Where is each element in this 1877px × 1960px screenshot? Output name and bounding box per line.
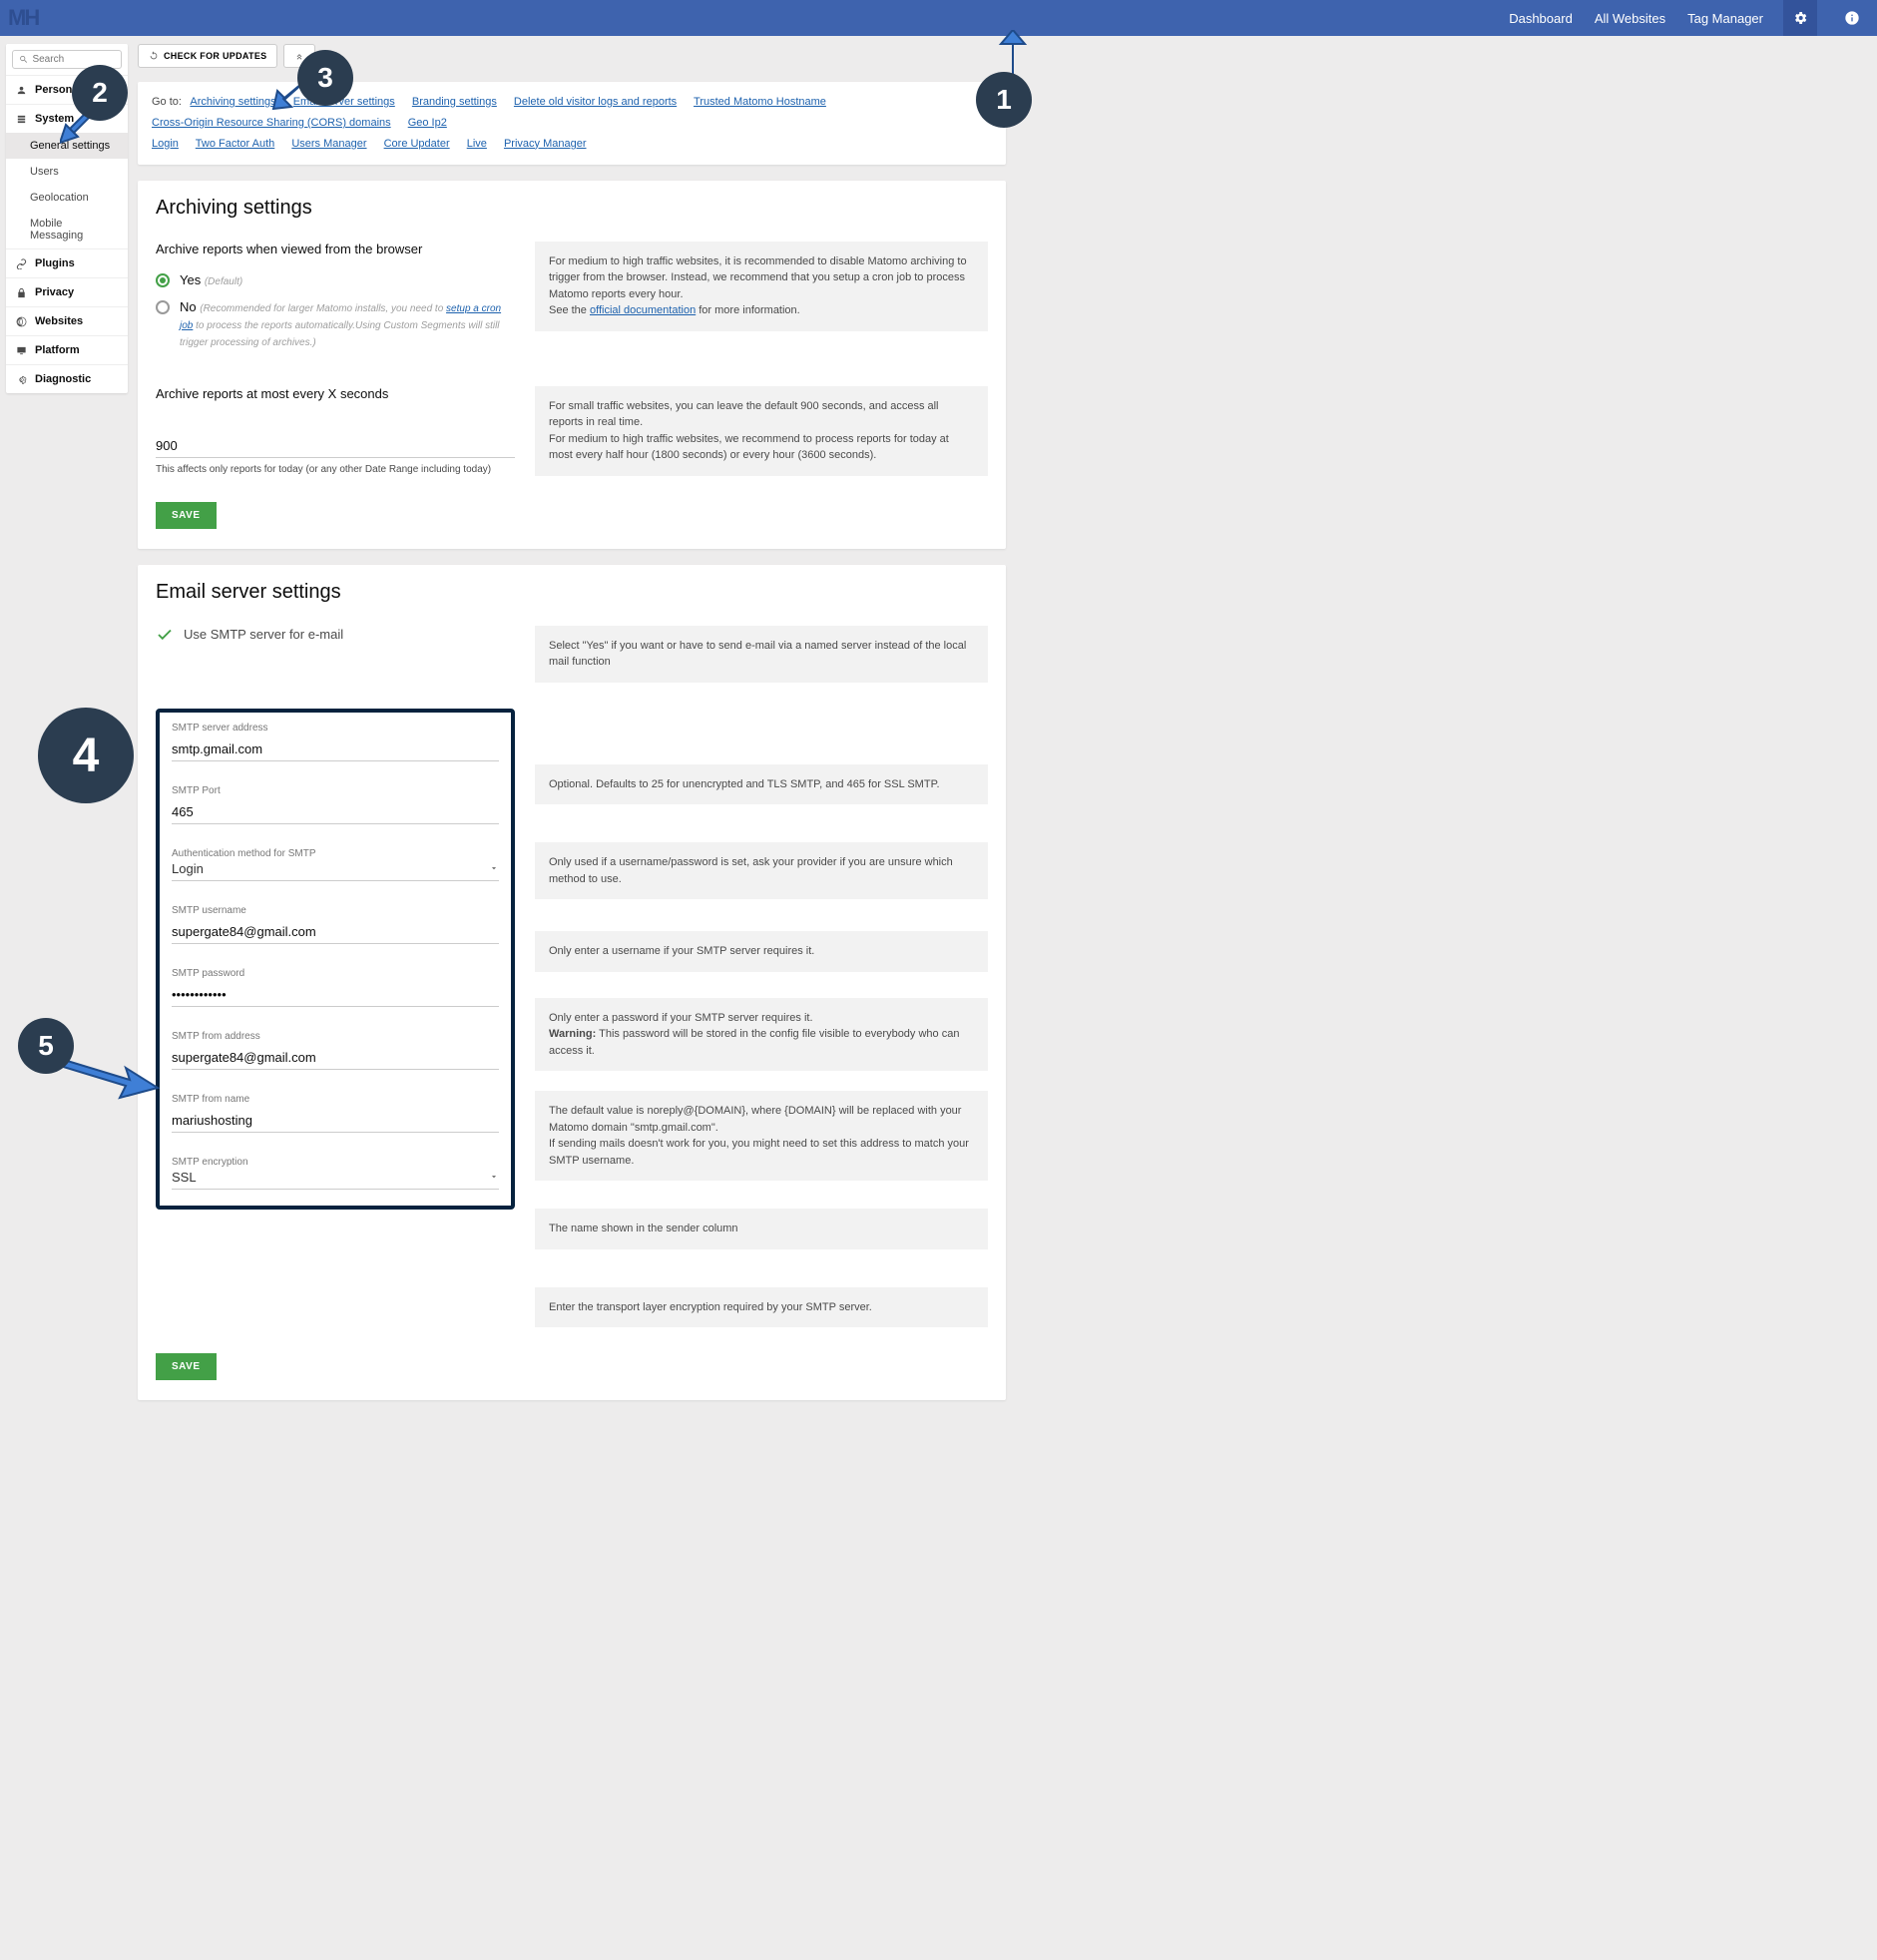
email-panel: Email server settings Use SMTP server fo…	[138, 565, 1006, 1401]
chevron-down-icon	[489, 863, 499, 873]
pass-hint: Only enter a password if your SMTP serve…	[535, 998, 988, 1072]
nav-tag-manager[interactable]: Tag Manager	[1685, 3, 1765, 34]
search-input[interactable]	[12, 50, 122, 69]
refresh-icon	[149, 51, 159, 61]
name-hint: The name shown in the sender column	[535, 1209, 988, 1249]
sidebar-diagnostic[interactable]: Diagnostic	[6, 365, 128, 393]
radio-dot-icon	[156, 300, 170, 314]
archive-seconds-help: This affects only reports for today (or …	[156, 464, 515, 475]
globe-icon	[16, 316, 27, 327]
search-field[interactable]	[32, 54, 115, 65]
link-email-server[interactable]: Email server settings	[293, 96, 395, 108]
link-branding[interactable]: Branding settings	[412, 96, 497, 108]
sidebar-personal[interactable]: Personal	[6, 76, 128, 104]
radio-dot-icon	[156, 273, 170, 287]
archiving-panel: Archiving settings Archive reports when …	[138, 181, 1006, 549]
sidebar-mobile-messaging[interactable]: Mobile Messaging	[6, 211, 128, 248]
top-nav: Dashboard All Websites Tag Manager	[1507, 0, 1869, 36]
topbar: MH Dashboard All Websites Tag Manager	[0, 0, 1877, 36]
link-users-manager[interactable]: Users Manager	[291, 138, 366, 150]
link-delete-logs[interactable]: Delete old visitor logs and reports	[514, 96, 677, 108]
smtp-name-input[interactable]	[172, 1107, 499, 1133]
link-icon	[16, 258, 27, 269]
save-archiving-button[interactable]: SAVE	[156, 502, 217, 529]
archive-seconds-input[interactable]	[156, 432, 515, 458]
smtp-from-input[interactable]	[172, 1044, 499, 1070]
smtp-server-input[interactable]	[172, 735, 499, 761]
enc-hint: Enter the transport layer encryption req…	[535, 1287, 988, 1328]
user-hint: Only enter a username if your SMTP serve…	[535, 931, 988, 972]
link-login[interactable]: Login	[152, 138, 179, 150]
smtp-port-input[interactable]	[172, 798, 499, 824]
link-core-updater[interactable]: Core Updater	[384, 138, 450, 150]
gear-icon[interactable]	[1783, 0, 1817, 36]
smtp-port-label: SMTP Port	[172, 785, 499, 796]
system-icon	[16, 114, 27, 125]
smtp-from-label: SMTP from address	[172, 1031, 499, 1042]
link-archiving[interactable]: Archiving settings	[190, 96, 275, 108]
sidebar-privacy[interactable]: Privacy	[6, 278, 128, 306]
archive-browser-label: Archive reports when viewed from the bro…	[156, 242, 515, 256]
smtp-name-label: SMTP from name	[172, 1094, 499, 1105]
logo: MH	[8, 5, 38, 31]
sidebar-users[interactable]: Users	[6, 159, 128, 185]
check-updates-button[interactable]: CHECK FOR UPDATES	[138, 44, 277, 68]
sidebar-plugins[interactable]: Plugins	[6, 249, 128, 277]
chevron-down-icon	[489, 1172, 499, 1182]
smtp-auth-select[interactable]: Login	[172, 861, 499, 881]
sidebar: Personal System General settings Users G…	[6, 44, 128, 393]
smtp-user-input[interactable]	[172, 918, 499, 944]
auth-hint: Only used if a username/password is set,…	[535, 842, 988, 899]
link-docs[interactable]: official documentation	[590, 304, 696, 316]
link-live[interactable]: Live	[467, 138, 487, 150]
from-hint: The default value is noreply@{DOMAIN}, w…	[535, 1091, 988, 1181]
lock-icon	[16, 287, 27, 298]
smtp-pass-label: SMTP password	[172, 968, 499, 979]
sidebar-platform[interactable]: Platform	[6, 336, 128, 364]
smtp-enc-select[interactable]: SSL	[172, 1170, 499, 1190]
sidebar-general-settings[interactable]: General settings	[6, 133, 128, 159]
archive-hint-1: For medium to high traffic websites, it …	[535, 242, 988, 331]
nav-all-websites[interactable]: All Websites	[1593, 3, 1667, 34]
smtp-pass-input[interactable]	[172, 981, 499, 1007]
smtp-server-label: SMTP server address	[172, 723, 499, 734]
sidebar-websites[interactable]: Websites	[6, 307, 128, 335]
link-geoip2[interactable]: Geo Ip2	[408, 117, 447, 129]
smtp-user-label: SMTP username	[172, 905, 499, 916]
gear-small-icon	[16, 374, 27, 385]
radio-no[interactable]: No (Recommended for larger Matomo instal…	[156, 299, 515, 350]
search-icon	[19, 54, 28, 65]
smtp-auth-label: Authentication method for SMTP	[172, 848, 499, 859]
smtp-hint: Select "Yes" if you want or have to send…	[535, 626, 988, 683]
nav-dashboard[interactable]: Dashboard	[1507, 3, 1575, 34]
link-cors[interactable]: Cross-Origin Resource Sharing (CORS) dom…	[152, 117, 391, 129]
sidebar-system[interactable]: System	[6, 105, 128, 133]
main-content: CHECK FOR UPDATES Go to: Archiving setti…	[128, 36, 1016, 1424]
radio-yes[interactable]: Yes (Default)	[156, 272, 515, 289]
chevron-up-icon	[294, 51, 304, 61]
goto-label: Go to:	[152, 96, 182, 108]
archiving-title: Archiving settings	[156, 197, 988, 220]
info-icon[interactable]	[1835, 0, 1869, 36]
smtp-fields-block: SMTP server address SMTP Port Authentica…	[156, 709, 515, 1210]
sidebar-geolocation[interactable]: Geolocation	[6, 185, 128, 211]
archive-hint-2: For small traffic websites, you can leav…	[535, 386, 988, 476]
monitor-icon	[16, 345, 27, 356]
email-title: Email server settings	[156, 581, 988, 604]
port-hint: Optional. Defaults to 25 for unencrypted…	[535, 764, 988, 805]
link-privacy-manager[interactable]: Privacy Manager	[504, 138, 587, 150]
goto-panel: Go to: Archiving settings Email server s…	[138, 82, 1006, 165]
link-2fa[interactable]: Two Factor Auth	[196, 138, 274, 150]
smtp-enc-label: SMTP encryption	[172, 1157, 499, 1168]
check-icon	[156, 626, 174, 644]
person-icon	[16, 85, 27, 96]
link-trusted-host[interactable]: Trusted Matomo Hostname	[694, 96, 826, 108]
archive-seconds-label: Archive reports at most every X seconds	[156, 386, 515, 401]
save-email-button[interactable]: SAVE	[156, 1353, 217, 1380]
collapse-button[interactable]	[283, 44, 315, 68]
use-smtp-toggle[interactable]: Use SMTP server for e-mail	[156, 626, 515, 644]
